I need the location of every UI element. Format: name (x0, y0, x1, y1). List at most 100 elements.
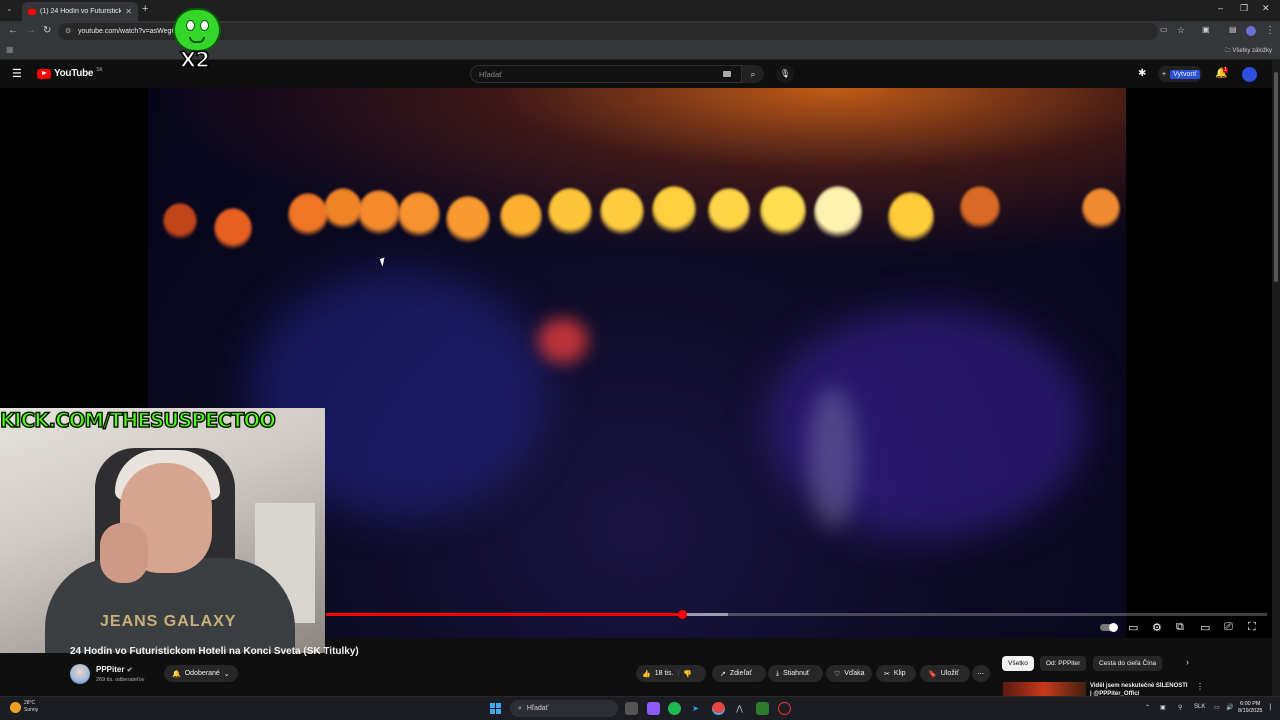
extension-puzzle-icon[interactable]: ✱ (1138, 68, 1146, 79)
forward-icon[interactable]: → (26, 25, 36, 36)
notification-center-icon[interactable]: ▏ (1270, 704, 1275, 711)
apps-grid-icon[interactable]: ▦ (6, 45, 14, 54)
tray-chevron-icon[interactable]: ⌃ (1145, 704, 1150, 711)
recommended-title[interactable]: Viděl jsem neskutečné ŠÍLENOSTI | @PPPit… (1090, 682, 1190, 696)
chevron-down-icon: ⌄ (223, 670, 230, 678)
more-actions-button[interactable]: ⋯ (972, 665, 990, 682)
app-icon[interactable] (778, 702, 791, 715)
new-tab-icon[interactable]: + (142, 3, 148, 15)
clip-button[interactable]: ✂ Klip (876, 665, 916, 682)
back-icon[interactable]: ← (8, 25, 18, 36)
create-button[interactable]: + Vytvoriť (1158, 66, 1202, 82)
spotify-icon[interactable] (668, 702, 681, 715)
share-button[interactable]: ↗ Zdieľať (712, 665, 766, 682)
player-letterbox-right (1126, 88, 1272, 638)
cast-icon[interactable]: ⎚ (1224, 621, 1233, 634)
tray-usb-icon[interactable]: ⚲ (1178, 704, 1182, 711)
keyboard-icon[interactable] (723, 71, 731, 77)
tab-title: (1) 24 Hodín vo Futuristickom H (40, 8, 122, 15)
subtitles-icon[interactable]: ▭ (1128, 621, 1138, 634)
network-icon[interactable]: ▭ (1214, 704, 1220, 711)
task-view-icon[interactable] (625, 702, 638, 715)
chip-related[interactable]: Cesta do cieľa Čína (1093, 656, 1163, 671)
search-input[interactable]: Hľadať (470, 65, 742, 83)
scrubber-handle[interactable] (677, 610, 687, 619)
shirt-text: JEANS GALAXY (100, 613, 237, 630)
like-count[interactable]: 18 tis. (655, 670, 674, 677)
youtube-logo[interactable]: YouTube SK (37, 67, 103, 79)
theater-mode-icon[interactable]: ▭ (1200, 621, 1210, 634)
autoplay-toggle[interactable] (1100, 623, 1118, 632)
menu-icon[interactable]: ☰ (12, 67, 22, 80)
language-indicator[interactable]: SLK (1194, 704, 1205, 710)
browser-tab-youtube[interactable]: (1) 24 Hodín vo Futuristickom H ✕ (22, 2, 138, 21)
video-title: 24 Hodín vo Futuristickom Hoteli na Konc… (70, 646, 359, 657)
search-button[interactable]: ⌕ (742, 65, 764, 83)
ceiling-light (652, 186, 696, 235)
download-button[interactable]: ⤓ Stiahnuť (768, 665, 823, 682)
ceiling-light (1082, 188, 1120, 230)
restore-icon[interactable]: ❐ (1240, 3, 1248, 14)
minimize-icon[interactable]: – (1218, 3, 1223, 13)
close-window-icon[interactable]: ✕ (1262, 3, 1270, 14)
fullscreen-icon[interactable]: ⛶ (1248, 621, 1256, 634)
streamer-hand (100, 523, 148, 583)
notification-count-badge: 1 (1223, 67, 1228, 73)
voice-search-button[interactable]: 🎙 (776, 65, 794, 83)
volume-icon[interactable]: 🔊 (1226, 704, 1233, 711)
progress-bar[interactable] (326, 610, 1267, 619)
tab-close-icon[interactable]: ✕ (125, 7, 132, 16)
url-input[interactable]: ⚙ youtube.com/watch?v=asWegG (58, 23, 1158, 40)
more-icon: ⋯ (977, 670, 984, 678)
ceiling-light (888, 192, 934, 243)
app-icon[interactable] (647, 702, 660, 715)
ceiling-light (288, 193, 328, 237)
reload-icon[interactable]: ↻ (43, 25, 51, 36)
settings-gear-icon[interactable]: ⚙ (1152, 621, 1162, 634)
thanks-icon: ♡ (834, 670, 841, 678)
chrome-icon[interactable] (712, 702, 725, 715)
emote-eye (200, 20, 209, 31)
chips-next-icon[interactable]: › (1186, 657, 1189, 667)
bookmark-star-icon[interactable]: ☆ (1177, 25, 1185, 36)
ceiling-light (548, 188, 592, 237)
sidepanel-icon[interactable]: ▤ (1229, 25, 1237, 34)
channel-avatar[interactable] (70, 664, 90, 684)
ceiling-light (760, 186, 806, 237)
profile-avatar[interactable] (1246, 26, 1256, 36)
windows-start-icon[interactable] (490, 703, 501, 714)
tray-app-icon[interactable]: ▣ (1160, 704, 1166, 711)
telegram-icon[interactable]: ➤ (689, 702, 702, 715)
chip-from-channel[interactable]: Od: PPPiter (1040, 656, 1087, 671)
system-clock[interactable]: 6:00 PM 8/19/2025 (1238, 701, 1262, 715)
mic-icon: 🎙 (779, 69, 791, 78)
tab-search-icon[interactable]: ⌄ (6, 4, 13, 13)
save-button[interactable]: 🔖 Uložiť (920, 665, 970, 682)
taskbar-search-input[interactable]: ⌕ Hľadať (510, 700, 618, 717)
ceiling-light (600, 188, 644, 237)
browser-menu-icon[interactable]: ⋮ (1265, 25, 1275, 36)
subscribed-button[interactable]: 🔔 Odoberané ⌄ (164, 665, 238, 682)
app-icon[interactable] (756, 702, 769, 715)
ceiling-glow (148, 88, 1126, 258)
chip-all[interactable]: Všetko (1002, 656, 1034, 671)
extensions-icon[interactable]: ▣ (1202, 25, 1210, 34)
scrollbar-thumb[interactable] (1274, 72, 1278, 282)
miniplayer-icon[interactable]: ⧉ (1176, 621, 1184, 634)
app-icon[interactable]: ⋀ (733, 702, 746, 715)
channel-name[interactable]: PPPiter ✔ (96, 665, 133, 674)
emote-mouth (189, 37, 205, 43)
dislike-icon[interactable]: 👎 (683, 670, 692, 678)
like-icon[interactable]: 👍 (642, 670, 651, 678)
search-icon: ⌕ (518, 704, 522, 712)
recommended-thumbnail[interactable] (1003, 682, 1086, 696)
recommended-more-icon[interactable]: ⋮ (1196, 682, 1204, 691)
page-scrollbar[interactable] (1272, 60, 1280, 696)
site-info-icon[interactable]: ⚙ (65, 27, 71, 35)
all-bookmarks-link[interactable]: 🗀 Všetky záložky (1225, 46, 1272, 56)
account-avatar[interactable] (1242, 67, 1257, 82)
thanks-button[interactable]: ♡ Vďaka (826, 665, 872, 682)
ceiling-light (214, 208, 252, 250)
sun-icon (10, 702, 21, 713)
install-icon[interactable]: ▭ (1160, 25, 1168, 34)
